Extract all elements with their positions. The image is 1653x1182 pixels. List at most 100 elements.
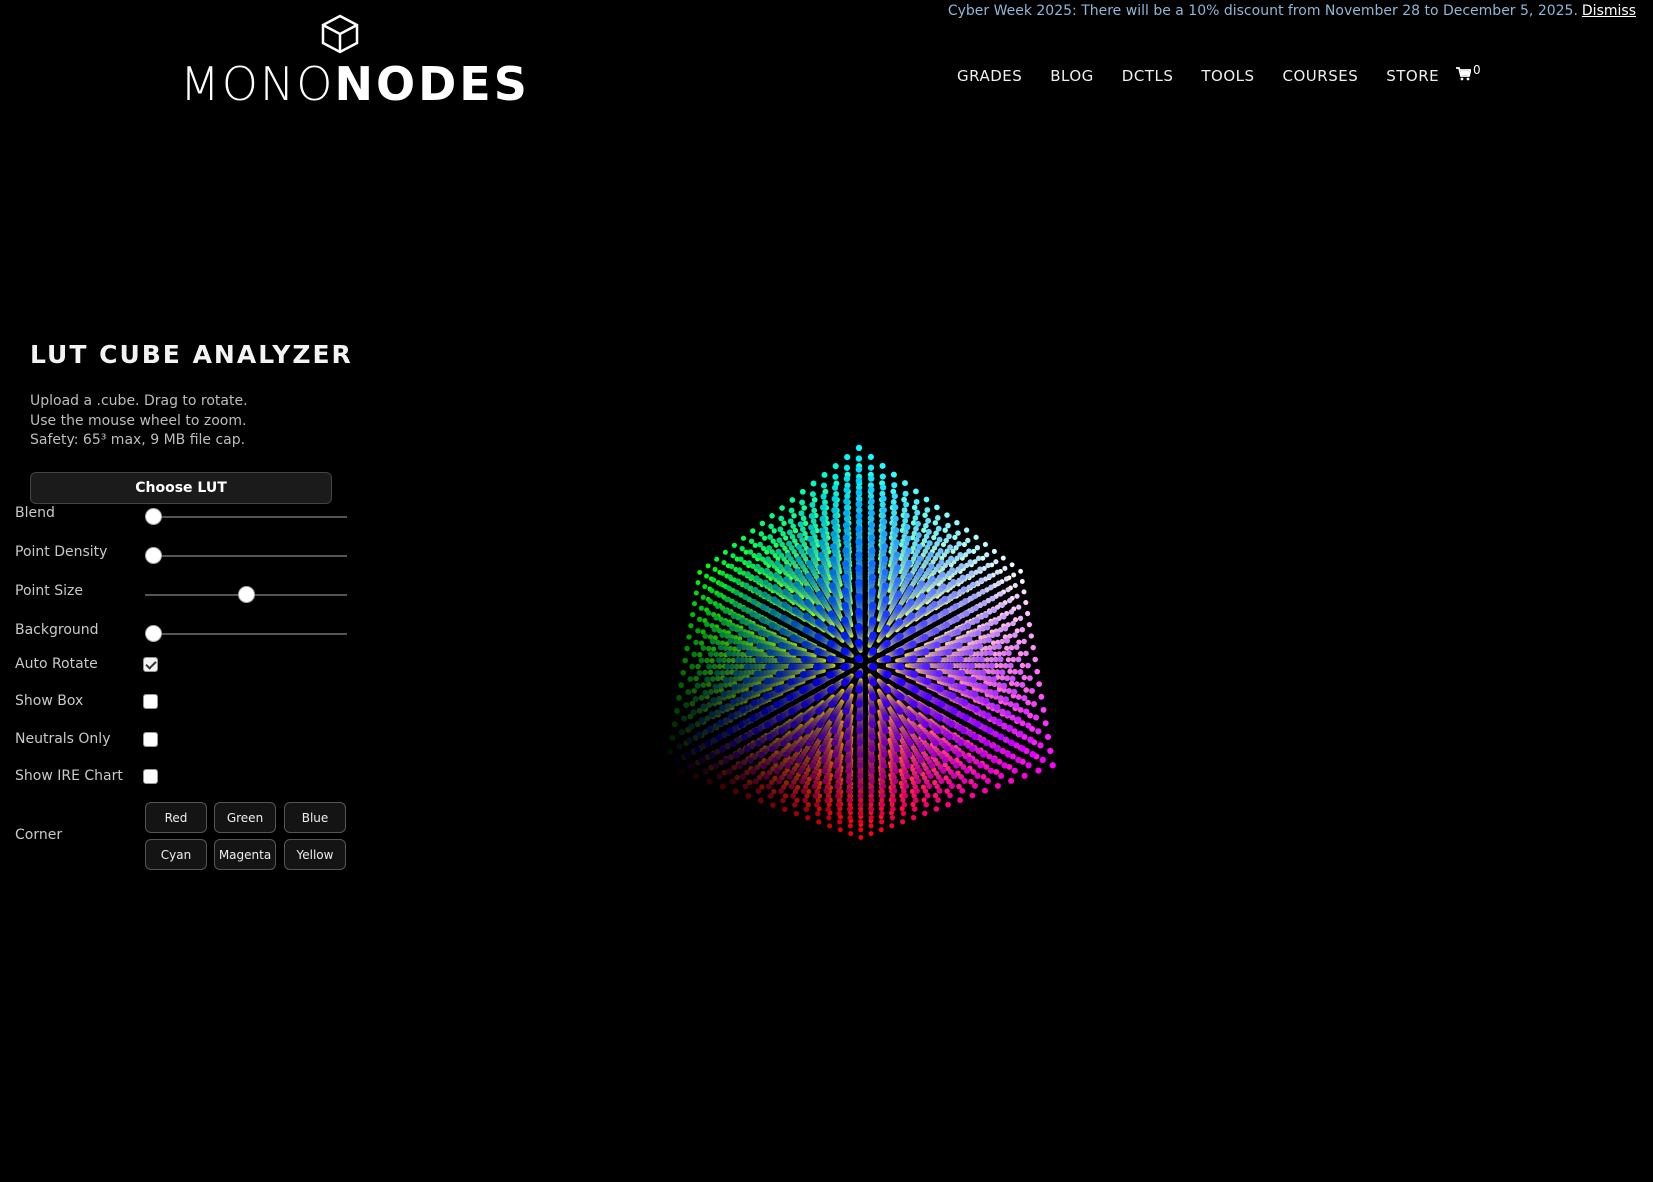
slider-knob[interactable] (145, 547, 162, 564)
lut-point (802, 714, 810, 722)
background-slider[interactable] (145, 625, 347, 642)
lut-point (704, 740, 712, 747)
lut-point (676, 743, 683, 750)
auto-rotate-checkbox[interactable] (143, 657, 158, 672)
lut-point (1042, 720, 1049, 727)
nav-dctls[interactable]: DCTLS (1122, 67, 1174, 85)
lut-point (698, 757, 705, 764)
lut-point (712, 762, 719, 770)
lut-point (780, 614, 787, 622)
nav-store[interactable]: STORE (1386, 67, 1439, 85)
lut-point (813, 647, 821, 656)
lut-point (731, 542, 737, 548)
slider-knob[interactable] (145, 625, 162, 642)
nav-grades[interactable]: GRADES (957, 67, 1022, 85)
lut-point (1007, 701, 1014, 708)
corner-magenta-button[interactable]: Magenta (214, 839, 276, 870)
corner-green-button[interactable]: Green (214, 802, 276, 833)
lut-point (944, 745, 951, 753)
lut-point (758, 531, 765, 537)
nav-blog[interactable]: BLOG (1050, 67, 1094, 85)
lut-point (868, 560, 876, 568)
lut-point (989, 595, 996, 602)
lut-point (969, 792, 976, 799)
lut-point (794, 797, 800, 803)
site-logo[interactable]: MONONODES (180, 14, 527, 111)
lut-point (842, 547, 850, 555)
corner-cyan-button[interactable]: Cyan (145, 839, 207, 870)
neutrals-only-checkbox[interactable] (143, 732, 158, 747)
nav-courses[interactable]: COURSES (1283, 67, 1359, 85)
lut-point (807, 535, 814, 543)
lut-point (812, 663, 821, 671)
lut-point (868, 815, 874, 821)
lut-point (798, 686, 807, 695)
lut-point (1005, 587, 1011, 593)
slider-knob[interactable] (237, 586, 255, 603)
show-box-checkbox[interactable] (143, 694, 158, 709)
lut-point (685, 688, 692, 695)
lut-point (711, 646, 717, 652)
lut-point (868, 831, 874, 837)
blend-slider[interactable] (145, 508, 347, 525)
lut-point (923, 496, 930, 503)
lut-point (893, 551, 901, 559)
lut-point (678, 729, 685, 736)
lut-point (846, 806, 853, 812)
lut-point (705, 610, 712, 616)
lut-point (959, 684, 967, 692)
lut-point (987, 649, 994, 656)
lut-point (843, 475, 851, 482)
cart-button[interactable]: 0 (1456, 63, 1481, 85)
lut-point (730, 613, 737, 620)
lut-point (855, 506, 863, 514)
lut-point (967, 559, 974, 565)
lut-point (1039, 756, 1046, 764)
lut-point (767, 534, 773, 540)
lut-point (1008, 777, 1015, 784)
choose-lut-button[interactable]: Choose LUT (30, 472, 332, 504)
lut-point (702, 768, 709, 775)
lut-point (794, 568, 801, 575)
lut-point (892, 504, 899, 511)
lut-point (693, 590, 699, 596)
lut-point (1032, 656, 1038, 663)
lut-point (716, 695, 723, 702)
lut-point (678, 682, 684, 688)
lut-point (771, 596, 778, 603)
dismiss-link[interactable]: Dismiss (1582, 3, 1636, 19)
lut-point (777, 641, 785, 649)
lut-point (857, 810, 864, 817)
lut-point (983, 739, 990, 747)
nav-tools[interactable]: TOOLS (1201, 67, 1254, 85)
point-density-slider[interactable] (145, 547, 347, 564)
lut-point (1030, 700, 1038, 708)
lut-point (766, 545, 773, 551)
instruction-line: Use the mouse wheel to zoom. (30, 412, 247, 429)
slider-knob[interactable] (145, 508, 162, 525)
lut-point (938, 559, 945, 566)
corner-yellow-button[interactable]: Yellow (284, 839, 346, 870)
lut-point (991, 607, 997, 614)
lut-point (761, 591, 768, 598)
lut-point (869, 663, 878, 671)
lut-point (771, 757, 778, 764)
lut-point (993, 768, 1000, 775)
lut-point (844, 757, 851, 764)
lut-point (788, 648, 797, 656)
show-ire-chart-checkbox[interactable] (143, 769, 158, 784)
lut-point (982, 541, 988, 547)
lut-point (1003, 576, 1010, 582)
lut-point (733, 670, 740, 677)
lut-point (868, 778, 875, 785)
lut-point (1012, 582, 1018, 589)
lut-point (900, 819, 906, 825)
lut-point (996, 651, 1002, 657)
lut-point (773, 701, 781, 709)
point-size-slider[interactable] (145, 586, 347, 603)
lut-point (780, 740, 788, 747)
lut-point (1019, 681, 1026, 688)
lut-cube-viewport[interactable] (480, 300, 1240, 1080)
corner-red-button[interactable]: Red (145, 802, 207, 833)
corner-blue-button[interactable]: Blue (284, 802, 346, 833)
